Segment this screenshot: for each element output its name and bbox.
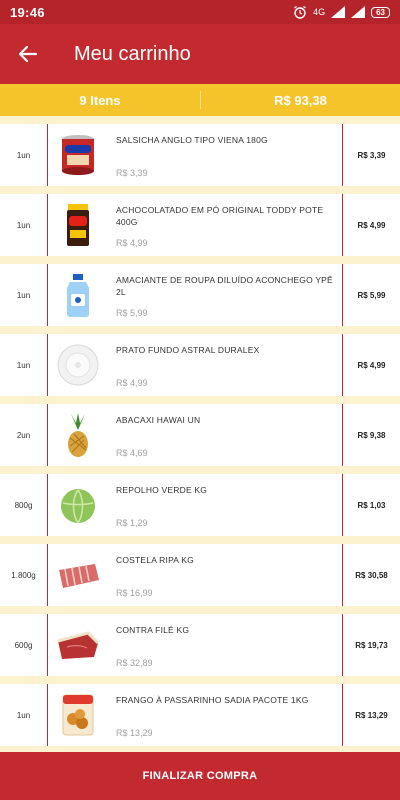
list-item[interactable]: 1un FRANGO À PASSARINHO SADIA PACOTE 1KG… — [0, 684, 400, 746]
checkout-button[interactable]: FINALIZAR COMPRA — [0, 752, 400, 800]
alarm-icon — [293, 5, 307, 19]
cart-summary: 9 Itens R$ 93,38 — [0, 84, 400, 116]
battery-icon: 63 — [371, 6, 390, 18]
item-unit-price: R$ 32,89 — [116, 658, 153, 668]
item-name: CONTRA FILÉ KG — [116, 625, 190, 635]
page-title: Meu carrinho — [74, 42, 191, 65]
item-total: R$ 4,99 — [342, 194, 400, 256]
item-unit-price: R$ 5,99 — [116, 308, 148, 318]
item-name: AMACIANTE DE ROUPA DILUÍDO ACONCHEGO YPÊ… — [116, 275, 333, 297]
cabbage-icon — [48, 474, 108, 536]
item-info: AMACIANTE DE ROUPA DILUÍDO ACONCHEGO YPÊ… — [108, 264, 342, 326]
list-item[interactable]: 2un ABACAXI HAWAI UN R$ 4,69 R$ 9,38 — [0, 404, 400, 466]
item-quantity: 1un — [0, 334, 48, 396]
arrow-left-icon — [18, 45, 38, 63]
item-quantity: 800g — [0, 474, 48, 536]
sausage-can-icon — [48, 124, 108, 186]
item-total: R$ 4,99 — [342, 334, 400, 396]
beef-icon — [48, 614, 108, 676]
item-name: SALSICHA ANGLO TIPO VIENA 180G — [116, 135, 268, 145]
pineapple-icon — [48, 404, 108, 466]
item-total: R$ 9,38 — [342, 404, 400, 466]
item-unit-price: R$ 4,99 — [116, 238, 148, 248]
item-info: FRANGO À PASSARINHO SADIA PACOTE 1KG R$ … — [108, 684, 342, 746]
network-label: 4G — [313, 7, 326, 17]
list-item[interactable]: 1un ACHOCOLATADO EM PÓ ORIGINAL TODDY PO… — [0, 194, 400, 256]
list-item[interactable]: 1un SALSICHA ANGLO TIPO VIENA 180G R$ 3,… — [0, 124, 400, 186]
item-name: ACHOCOLATADO EM PÓ ORIGINAL TODDY POTE 4… — [116, 205, 324, 227]
item-info: ABACAXI HAWAI UN R$ 4,69 — [108, 404, 342, 466]
item-unit-price: R$ 16,99 — [116, 588, 153, 598]
item-total: R$ 1,03 — [342, 474, 400, 536]
item-total: R$ 5,99 — [342, 264, 400, 326]
item-unit-price: R$ 4,69 — [116, 448, 148, 458]
item-total: R$ 30,58 — [342, 544, 400, 606]
item-quantity: 1un — [0, 194, 48, 256]
item-total: R$ 19,73 — [342, 614, 400, 676]
item-name: FRANGO À PASSARINHO SADIA PACOTE 1KG — [116, 695, 309, 705]
item-quantity: 2un — [0, 404, 48, 466]
item-unit-price: R$ 3,39 — [116, 168, 148, 178]
list-item[interactable]: 1.800g COSTELA RIPA KG R$ 16,99 R$ 30,58 — [0, 544, 400, 606]
app-bar: Meu carrinho — [0, 24, 400, 84]
back-button[interactable] — [0, 24, 56, 84]
item-name: ABACAXI HAWAI UN — [116, 415, 201, 425]
chocolate-jar-icon — [48, 194, 108, 256]
item-info: REPOLHO VERDE KG R$ 1,29 — [108, 474, 342, 536]
signal-icon-2 — [351, 6, 366, 18]
item-quantity: 1un — [0, 124, 48, 186]
item-unit-price: R$ 1,29 — [116, 518, 148, 528]
item-unit-price: R$ 13,29 — [116, 728, 153, 738]
item-info: CONTRA FILÉ KG R$ 32,89 — [108, 614, 342, 676]
signal-icon — [331, 6, 346, 18]
item-info: ACHOCOLATADO EM PÓ ORIGINAL TODDY POTE 4… — [108, 194, 342, 256]
list-item[interactable]: 1un AMACIANTE DE ROUPA DILUÍDO ACONCHEGO… — [0, 264, 400, 326]
item-quantity: 1un — [0, 684, 48, 746]
item-unit-price: R$ 4,99 — [116, 378, 148, 388]
list-item[interactable]: 800g REPOLHO VERDE KG R$ 1,29 R$ 1,03 — [0, 474, 400, 536]
chicken-pack-icon — [48, 684, 108, 746]
item-quantity: 1un — [0, 264, 48, 326]
item-total: R$ 3,39 — [342, 124, 400, 186]
status-bar: 19:46 4G 63 — [0, 0, 400, 24]
list-item[interactable]: 600g CONTRA FILÉ KG R$ 32,89 R$ 19,73 — [0, 614, 400, 676]
item-info: PRATO FUNDO ASTRAL DURALEX R$ 4,99 — [108, 334, 342, 396]
status-icons: 4G 63 — [293, 5, 390, 19]
item-count: 9 Itens — [79, 92, 121, 108]
item-quantity: 1.800g — [0, 544, 48, 606]
item-name: PRATO FUNDO ASTRAL DURALEX — [116, 345, 260, 355]
item-info: SALSICHA ANGLO TIPO VIENA 180G R$ 3,39 — [108, 124, 342, 186]
status-time: 19:46 — [10, 4, 45, 20]
cart-total: R$ 93,38 — [274, 92, 327, 108]
ribs-icon — [48, 544, 108, 606]
item-quantity: 600g — [0, 614, 48, 676]
item-name: COSTELA RIPA KG — [116, 555, 194, 565]
item-total: R$ 13,29 — [342, 684, 400, 746]
item-name: REPOLHO VERDE KG — [116, 485, 208, 495]
softener-bottle-icon — [48, 264, 108, 326]
plate-icon — [48, 334, 108, 396]
item-info: COSTELA RIPA KG R$ 16,99 — [108, 544, 342, 606]
list-item[interactable]: 1un PRATO FUNDO ASTRAL DURALEX R$ 4,99 R… — [0, 334, 400, 396]
